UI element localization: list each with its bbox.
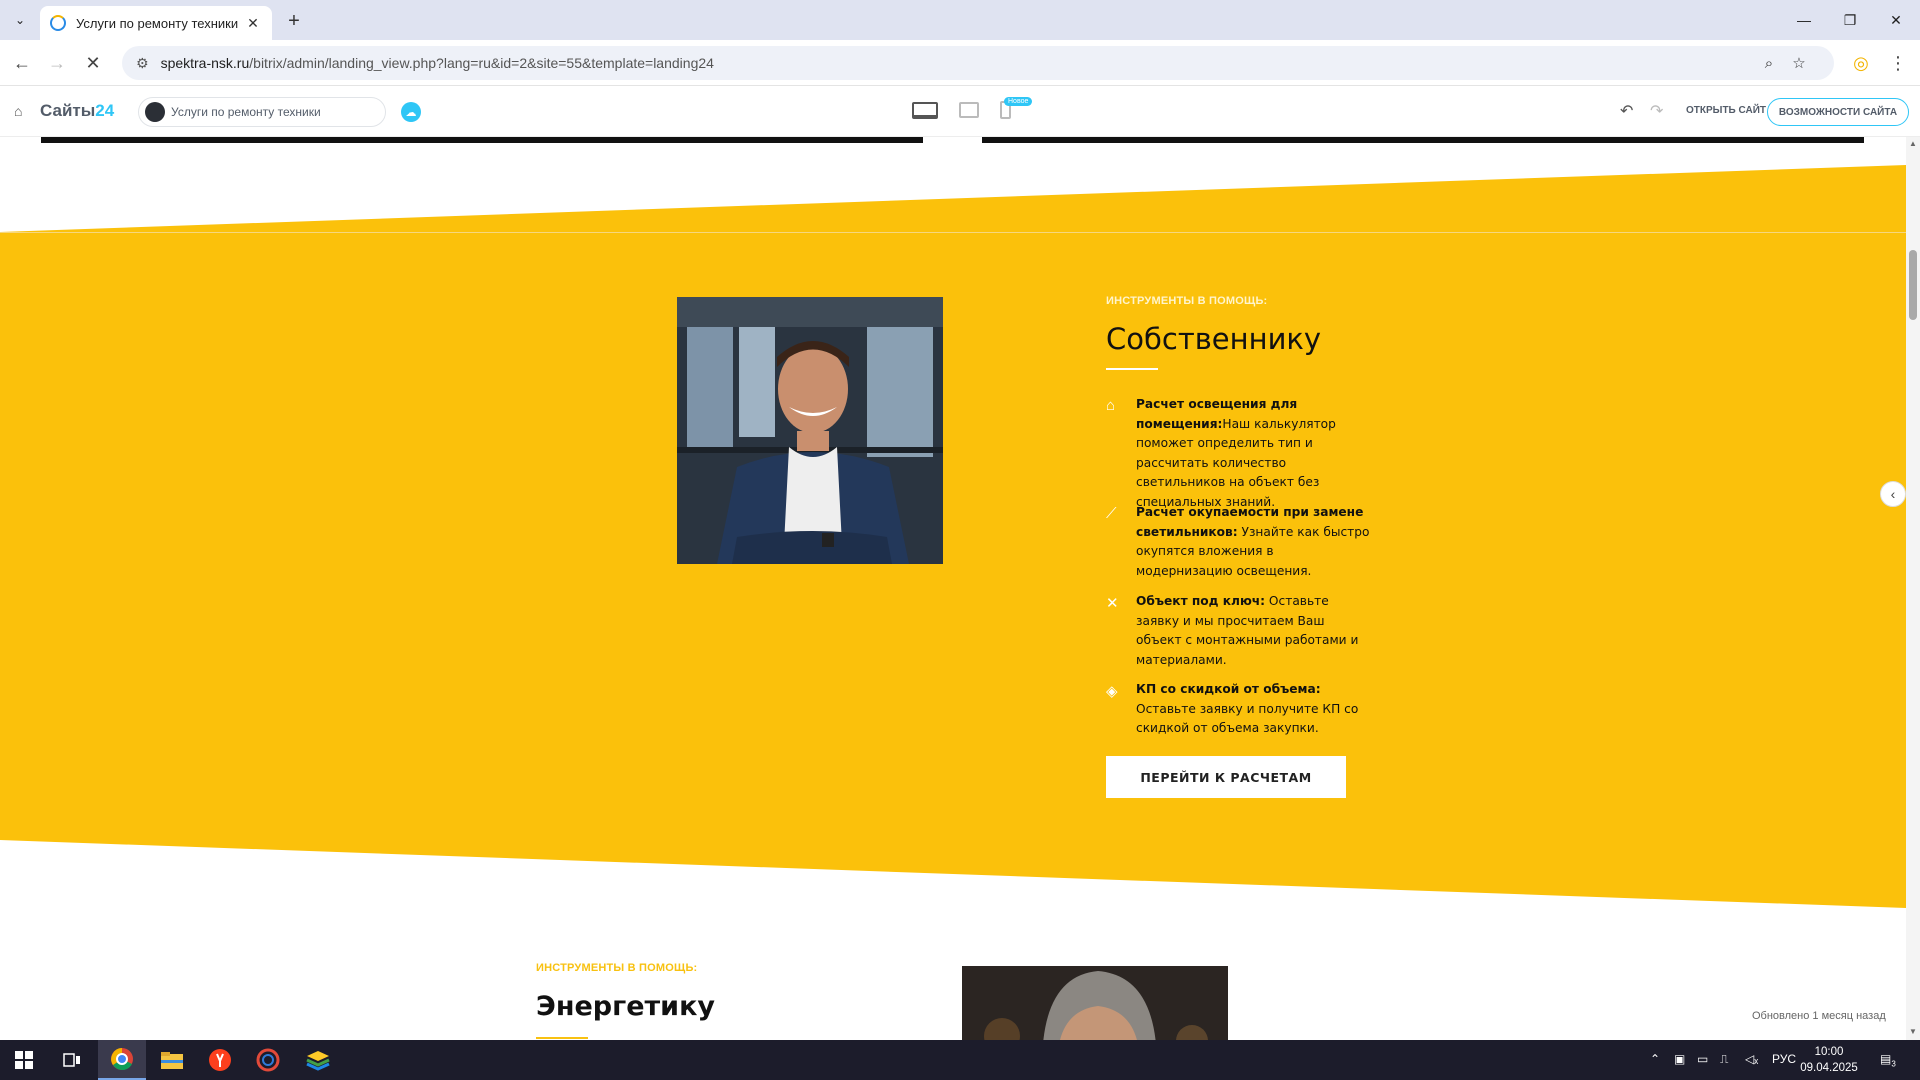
clock-date: 09.04.2025 [1800, 1062, 1858, 1074]
chart-line-icon: ⟋ [1106, 505, 1117, 522]
go-to-calculations-button[interactable]: ПЕРЕЙТИ К РАСЧЕТАМ [1106, 756, 1346, 798]
url-path: /bitrix/admin/landing_view.php?lang=ru&i… [249, 55, 714, 71]
tray-app-icon[interactable]: ▣ [1674, 1052, 1685, 1066]
owner-eyebrow: ИНСТРУМЕНТЫ В ПОМОЩЬ: [1106, 295, 1268, 307]
energy-eyebrow: ИНСТРУМЕНТЫ В ПОМОЩЬ: [536, 962, 698, 974]
scroll-down-icon[interactable]: ▼ [1909, 1027, 1917, 1036]
yellow-section-background [0, 165, 1906, 908]
site-avatar [145, 102, 165, 122]
scroll-up-icon[interactable]: ▲ [1909, 139, 1917, 148]
chrome-taskbar-icon[interactable] [98, 1040, 146, 1080]
tablet-view-icon[interactable] [959, 102, 979, 118]
scroll-thumb[interactable] [1909, 250, 1917, 320]
close-window-icon[interactable]: ✕ [1884, 8, 1908, 32]
volume-muted-icon[interactable]: ◁ₓ [1745, 1052, 1758, 1066]
page-scrollbar[interactable]: ▲ ▼ [1906, 137, 1920, 1040]
desktop-view-icon[interactable] [912, 102, 938, 119]
tray-monitor-icon[interactable]: ▭ [1697, 1052, 1708, 1066]
energy-title-underline [536, 1037, 588, 1039]
redo-icon[interactable]: ↷ [1650, 101, 1663, 121]
side-panel-toggle-icon[interactable]: ‹ [1880, 481, 1906, 507]
task-view-icon[interactable] [48, 1040, 96, 1080]
cloud-icon[interactable]: ☁ [401, 102, 421, 122]
start-icon[interactable] [0, 1040, 48, 1080]
system-clock[interactable]: 10:00 09.04.2025 [1790, 1044, 1868, 1076]
discount-tag-icon: ◈ [1106, 683, 1118, 700]
updated-label: Обновлено 1 месяц назад [1752, 1010, 1886, 1022]
stop-loading-icon[interactable]: ✕ [80, 50, 106, 76]
restore-icon[interactable]: ❐ [1838, 8, 1862, 32]
yandex-browser-icon[interactable] [196, 1040, 244, 1080]
landing-page-viewport: ИНСТРУМЕНТЫ В ПОМОЩЬ: Собственнику ⌂ Рас… [0, 137, 1906, 1040]
loading-favicon-icon [50, 15, 66, 31]
new-badge: Новое [1004, 97, 1033, 106]
extension-icon[interactable]: ◎ [1848, 50, 1874, 76]
clock-time: 10:00 [1814, 1046, 1844, 1058]
tray-expand-icon[interactable]: ⌃ [1650, 1052, 1660, 1066]
section-divider-line [0, 232, 1906, 233]
site-selector[interactable]: Услуги по ремонту техники [138, 97, 386, 127]
home-light-icon: ⌂ [1106, 397, 1116, 414]
browser-tab[interactable]: Услуги по ремонту техники ✕ [40, 6, 272, 40]
minimize-icon[interactable]: — [1792, 8, 1816, 32]
owner-title: Собственнику [1106, 322, 1322, 356]
tools-icon: ✕ [1106, 595, 1119, 612]
businessman-photo [677, 297, 943, 564]
layers-app-icon[interactable] [294, 1040, 342, 1080]
bitrix-logo[interactable]: Сайты24 [40, 101, 114, 121]
file-explorer-icon[interactable] [148, 1040, 196, 1080]
browser-tab-strip: ⌄ Услуги по ремонту техники ✕ + — ❐ ✕ [0, 0, 1920, 40]
open-site-link[interactable]: ОТКРЫТЬ САЙТ [1686, 105, 1766, 116]
network-icon[interactable]: ⎍ [1720, 1052, 1728, 1067]
bookmark-star-icon[interactable]: ☆ [1788, 52, 1810, 74]
owner-title-underline [1106, 368, 1158, 370]
new-tab-icon[interactable]: + [282, 9, 306, 33]
site-features-button[interactable]: ВОЗМОЖНОСТИ САЙТА [1767, 98, 1909, 126]
landing-editor-bar: ⌂ Сайты24 Услуги по ремонту техники ☁ Но… [0, 87, 1920, 137]
tab-search-icon[interactable]: ⌄ [8, 8, 32, 32]
notification-count: 3 [1891, 1059, 1896, 1069]
windows-taskbar: ⌃ ▣ ▭ ⎍ ◁ₓ РУС 10:00 09.04.2025 ▤3 [0, 1040, 1920, 1080]
site-name: Услуги по ремонту техники [171, 105, 321, 119]
menu-dots-icon[interactable]: ⋮ [1885, 50, 1911, 76]
forward-icon[interactable]: → [44, 50, 70, 76]
tab-title: Услуги по ремонту техники [76, 15, 239, 31]
close-tab-icon[interactable]: ✕ [244, 14, 262, 32]
zoom-icon[interactable]: ⌕ [1758, 52, 1780, 74]
undo-icon[interactable]: ↶ [1620, 101, 1633, 121]
url-host: spektra-nsk.ru [160, 55, 250, 71]
engineer-photo [962, 966, 1228, 1040]
home-icon[interactable]: ⌂ [14, 103, 22, 119]
browser-toolbar: ← → ✕ ⚙ spektra-nsk.ru/bitrix/admin/land… [0, 40, 1920, 86]
address-bar[interactable]: ⚙ spektra-nsk.ru/bitrix/admin/landing_vi… [122, 46, 1834, 80]
notifications-icon[interactable]: ▤3 [1880, 1052, 1896, 1068]
ccleaner-icon[interactable] [244, 1040, 292, 1080]
energy-title: Энергетику [536, 991, 716, 1022]
site-settings-icon[interactable]: ⚙ [136, 55, 149, 72]
back-icon[interactable]: ← [9, 50, 35, 76]
